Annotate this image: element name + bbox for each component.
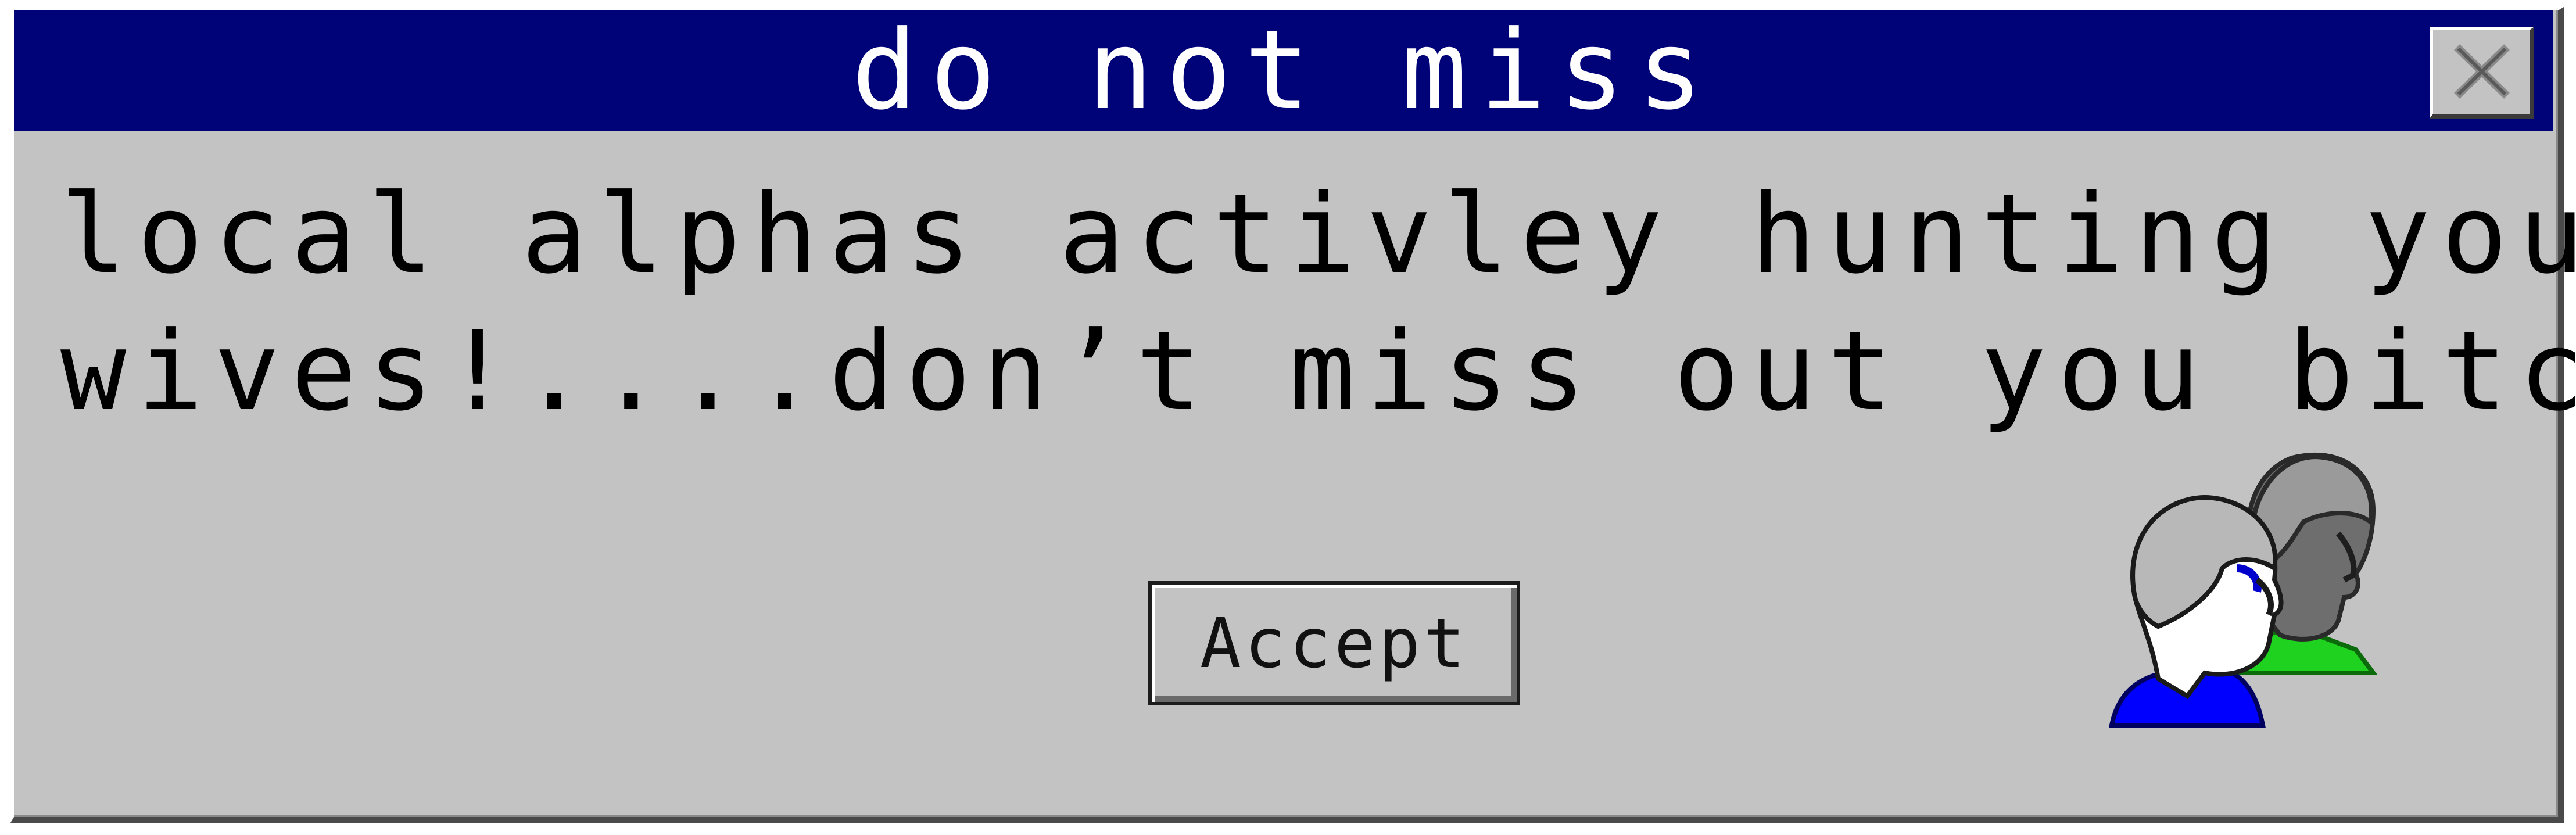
close-button[interactable] [2430, 27, 2534, 119]
dialog-title: do not miss [851, 7, 1716, 134]
users-icon [2109, 452, 2378, 728]
message-line-1: local alphas activley hunting your [60, 171, 2576, 298]
close-icon [2454, 44, 2510, 99]
dialog-message: local alphas activley hunting your wives… [60, 166, 2576, 440]
dialog-window: do not miss local alphas activley huntin… [10, 7, 2576, 823]
accept-button[interactable]: Accept [1148, 581, 1520, 705]
message-line-2: wives!....don’t miss out you bitch [60, 308, 2576, 435]
title-bar[interactable]: do not miss [14, 10, 2553, 131]
